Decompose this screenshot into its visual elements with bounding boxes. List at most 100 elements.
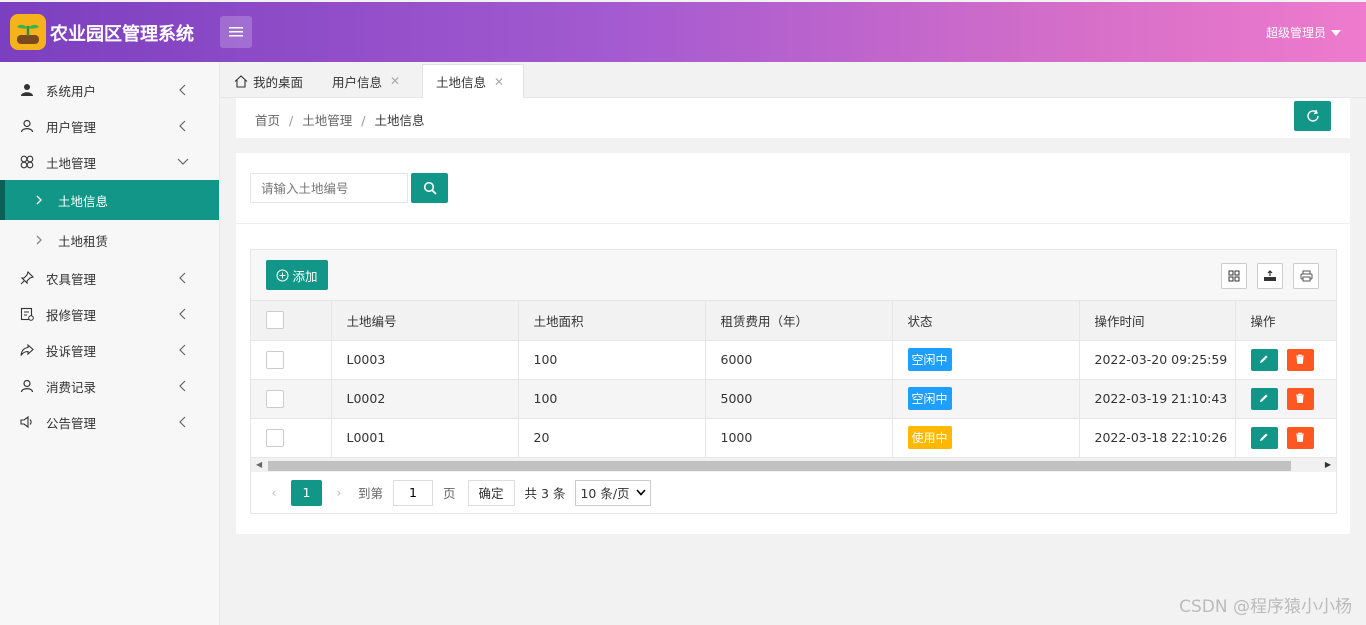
close-icon[interactable]: ✕: [390, 74, 400, 88]
refresh-icon: [1306, 109, 1319, 122]
search-input[interactable]: [250, 173, 408, 203]
cell-fee: 6000: [705, 340, 893, 380]
row-select-cell: [251, 379, 332, 419]
trash-icon: [1296, 354, 1304, 364]
print-icon: [1300, 270, 1312, 282]
export-icon: [1264, 270, 1276, 281]
current-page[interactable]: 1: [291, 479, 322, 506]
header-fee[interactable]: 租赁费用（年）: [705, 301, 893, 341]
tab-label: 用户信息: [332, 74, 383, 90]
edit-button[interactable]: [1250, 387, 1278, 410]
tab-label: 土地信息: [436, 75, 487, 90]
cell-area: 100: [518, 379, 706, 419]
breadcrumb-current: 土地信息: [374, 113, 425, 128]
menu-toggle-button[interactable]: [220, 16, 252, 48]
top-header: 农业园区管理系统 超级管理员: [0, 2, 1366, 62]
user-name: 超级管理员: [1265, 26, 1326, 40]
table-toolbar: 添加: [251, 250, 1336, 301]
delete-button[interactable]: [1286, 426, 1314, 449]
cell-time: 2022-03-20 09:25:59: [1079, 340, 1236, 380]
cell-fee: 5000: [705, 379, 893, 419]
sidebar-subitem-land-lease[interactable]: 土地租赁: [0, 220, 219, 260]
cell-time: 2022-03-19 21:10:43: [1079, 379, 1236, 419]
scroll-left-icon[interactable]: ◀: [256, 460, 262, 469]
data-table: 添加 土地编号 土地面积 租赁费用（年） 状态 操作时间 操作 L0003 10…: [250, 249, 1337, 514]
sidebar-item-tools[interactable]: 农具管理: [0, 260, 219, 296]
page-size-select[interactable]: 10 条/页: [575, 479, 651, 506]
header-actions: 操作: [1235, 301, 1337, 341]
row-select-cell: [251, 418, 332, 458]
sidebar-item-announcements[interactable]: 公告管理: [0, 404, 219, 440]
select-all-cell: [251, 301, 332, 341]
edit-button[interactable]: [1250, 348, 1278, 371]
sidebar-item-repair[interactable]: 报修管理: [0, 296, 219, 332]
search-icon: [423, 181, 437, 195]
delete-button[interactable]: [1286, 387, 1314, 410]
row-checkbox[interactable]: [266, 350, 284, 369]
chevron-left-icon: [175, 342, 191, 358]
hamburger-icon: [229, 27, 243, 37]
close-icon[interactable]: ✕: [494, 75, 504, 89]
divider: [236, 223, 1350, 224]
row-checkbox[interactable]: [266, 389, 284, 408]
tab-land-info[interactable]: 土地信息 ✕: [422, 64, 524, 98]
chevron-down-icon: [175, 154, 191, 170]
delete-button[interactable]: [1286, 348, 1314, 371]
cell-actions: [1235, 379, 1337, 419]
table-row: L0003 100 6000 空闲中 2022-03-20 09:25:59: [251, 340, 1337, 380]
search-button[interactable]: [411, 173, 448, 203]
breadcrumb-bar: 首页 / 土地管理 / 土地信息: [236, 98, 1350, 138]
add-button-label: 添加: [292, 268, 318, 284]
breadcrumb: 首页 / 土地管理 / 土地信息: [255, 113, 425, 128]
cell-actions: [1235, 418, 1337, 458]
breadcrumb-home[interactable]: 首页: [255, 113, 280, 128]
edit-button[interactable]: [1250, 426, 1278, 449]
goto-confirm-button[interactable]: 确定: [467, 479, 515, 506]
breadcrumb-parent[interactable]: 土地管理: [302, 113, 352, 128]
sidebar-item-consumption[interactable]: 消费记录: [0, 368, 219, 404]
next-page-icon[interactable]: ›: [326, 485, 352, 500]
speaker-icon: [18, 413, 36, 431]
header-time[interactable]: 操作时间: [1079, 301, 1236, 341]
header-status[interactable]: 状态: [892, 301, 1080, 341]
header-area[interactable]: 土地面积: [518, 301, 706, 341]
header-code[interactable]: 土地编号: [331, 301, 519, 341]
tab-user-info[interactable]: 用户信息 ✕: [332, 64, 400, 98]
columns-filter-button[interactable]: [1221, 263, 1247, 289]
plus-circle-icon: [276, 269, 289, 281]
chevron-right-icon: [36, 195, 50, 205]
trash-icon: [1296, 432, 1304, 442]
sidebar-subitem-land-info[interactable]: 土地信息: [0, 180, 219, 220]
land-table: 土地编号 土地面积 租赁费用（年） 状态 操作时间 操作 L0003 100 6…: [251, 301, 1337, 458]
horizontal-scrollbar[interactable]: ◀ ▶: [251, 457, 1336, 472]
cell-code: L0002: [331, 379, 519, 419]
tab-label: 我的桌面: [253, 74, 304, 90]
app-logo: [10, 14, 46, 50]
sidebar-item-label: 消费记录: [46, 379, 97, 395]
row-checkbox[interactable]: [266, 428, 284, 447]
sidebar-item-label: 公告管理: [46, 415, 97, 431]
sidebar-item-land-management[interactable]: 土地管理: [0, 144, 219, 180]
export-button[interactable]: [1257, 263, 1283, 289]
sidebar-item-label: 系统用户: [46, 83, 97, 99]
tab-desktop[interactable]: 我的桌面: [234, 64, 303, 98]
table-header-row: 土地编号 土地面积 租赁费用（年） 状态 操作时间 操作: [251, 301, 1337, 341]
scroll-right-icon[interactable]: ▶: [1325, 460, 1331, 469]
goto-page-input[interactable]: [393, 479, 434, 506]
app-title: 农业园区管理系统: [50, 24, 194, 45]
sidebar-item-complaints[interactable]: 投诉管理: [0, 332, 219, 368]
sidebar-item-system-users[interactable]: 系统用户: [0, 72, 219, 108]
print-button[interactable]: [1293, 263, 1319, 289]
sidebar-item-label: 农具管理: [46, 271, 97, 287]
cell-status: 使用中: [892, 418, 1080, 458]
scrollbar-thumb[interactable]: [268, 461, 1291, 471]
prev-page-icon[interactable]: ‹: [261, 485, 287, 500]
sidebar-item-label: 报修管理: [46, 307, 97, 323]
select-all-checkbox[interactable]: [266, 311, 284, 330]
user-menu[interactable]: 超级管理员: [1266, 24, 1342, 41]
cell-status: 空闲中: [892, 340, 1080, 380]
sidebar-item-user-management[interactable]: 用户管理: [0, 108, 219, 144]
cell-status: 空闲中: [892, 379, 1080, 419]
add-button[interactable]: 添加: [266, 260, 328, 290]
refresh-button[interactable]: [1294, 101, 1331, 131]
